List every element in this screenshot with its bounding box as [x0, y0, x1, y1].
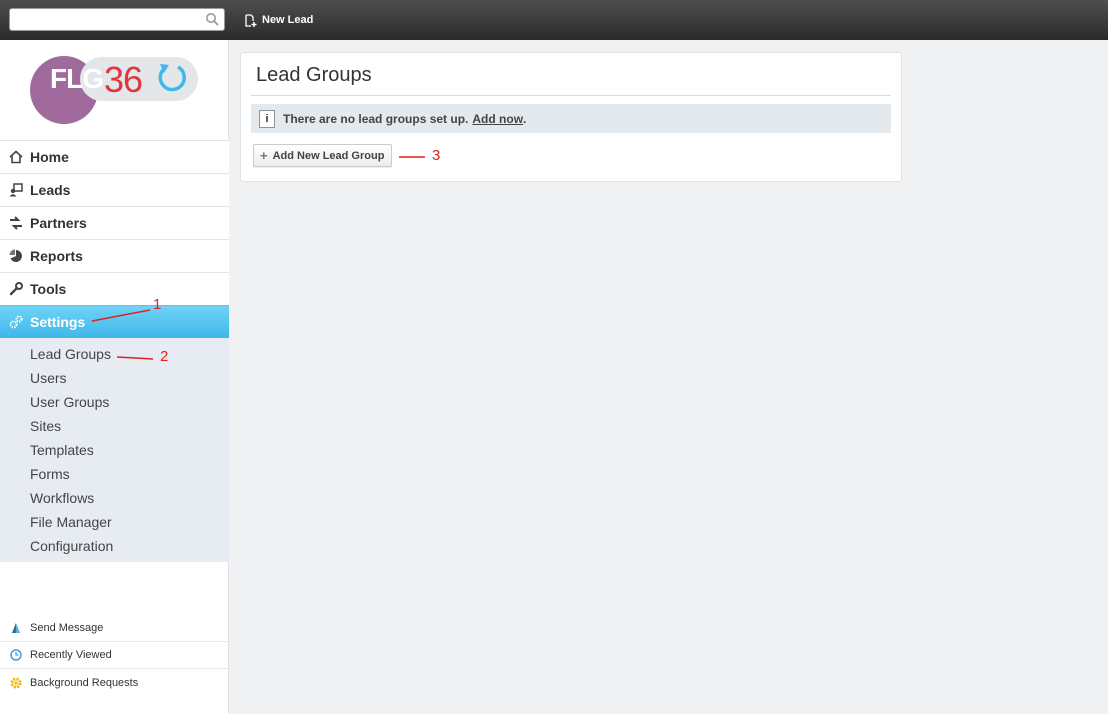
flg360-logo[interactable]: FLG 36 [30, 54, 200, 126]
subnav-forms[interactable]: Forms [0, 462, 229, 486]
subnav-user-groups[interactable]: User Groups [0, 390, 229, 414]
subnav-configuration[interactable]: Configuration [0, 534, 229, 558]
gears-icon [9, 315, 23, 329]
nav-item-tools[interactable]: Tools [0, 272, 229, 305]
annotation-3: 3 [432, 147, 441, 164]
gear-icon [10, 677, 22, 688]
clock-icon [10, 649, 22, 661]
partners-icon [10, 216, 22, 230]
nav-label-partners: Partners [30, 215, 87, 231]
search-input[interactable] [9, 8, 225, 31]
nav-label-home: Home [30, 149, 69, 165]
annotation-2: 2 [160, 348, 169, 365]
top-bar: New Lead [0, 0, 1108, 40]
reports-icon [9, 249, 22, 262]
add-new-lead-group-button[interactable]: + Add New Lead Group [253, 144, 393, 167]
empty-state-notice: i There are no lead groups set up. Add n… [251, 104, 891, 133]
notice-period: . [523, 111, 527, 126]
settings-subnav: Lead Groups Users User Groups Sites Temp… [0, 338, 229, 562]
search-icon[interactable] [205, 12, 220, 27]
nav-item-home[interactable]: Home [0, 140, 229, 173]
subnav-file-manager[interactable]: File Manager [0, 510, 229, 534]
sidebar: FLG 36 Home Leads Partners Reports Tools… [0, 40, 229, 714]
title-divider [251, 95, 891, 96]
send-message-link[interactable]: Send Message [0, 615, 229, 642]
nav-label-tools: Tools [30, 281, 67, 297]
leads-icon [9, 183, 23, 197]
recently-viewed-link[interactable]: Recently Viewed [0, 642, 229, 669]
send-message-label: Send Message [30, 622, 104, 634]
add-now-link[interactable]: Add now [472, 112, 523, 126]
main-nav: Home Leads Partners Reports Tools Settin… [0, 140, 229, 562]
plus-icon: + [260, 148, 268, 163]
background-requests-link[interactable]: Background Requests [0, 669, 229, 696]
refresh-icon [158, 64, 186, 92]
subnav-lead-groups[interactable]: Lead Groups [0, 342, 229, 366]
lead-groups-panel: Lead Groups i There are no lead groups s… [240, 52, 902, 182]
nav-item-settings[interactable]: Settings [0, 305, 229, 338]
home-icon [9, 150, 23, 164]
notice-text: There are no lead groups set up. [283, 111, 469, 126]
background-requests-label: Background Requests [30, 676, 139, 689]
new-lead-button[interactable]: New Lead [245, 12, 313, 28]
subnav-sites[interactable]: Sites [0, 414, 229, 438]
subnav-users[interactable]: Users [0, 366, 229, 390]
nav-item-reports[interactable]: Reports [0, 239, 229, 272]
logo-36-text: 36 [104, 59, 143, 100]
nav-item-partners[interactable]: Partners [0, 206, 229, 239]
add-new-lead-group-label: Add New Lead Group [272, 149, 385, 162]
nav-label-settings: Settings [30, 314, 86, 330]
recently-viewed-label: Recently Viewed [30, 649, 112, 661]
logo-flg-text: FLG [50, 63, 104, 94]
new-lead-icon [245, 13, 257, 27]
wrench-icon [9, 282, 23, 296]
subnav-templates[interactable]: Templates [0, 438, 229, 462]
utility-links: Send Message Recently Viewed Background … [0, 615, 229, 696]
subnav-workflows[interactable]: Workflows [0, 486, 229, 510]
nav-label-leads: Leads [30, 182, 71, 198]
send-message-icon [12, 623, 20, 633]
info-icon: i [259, 109, 275, 128]
new-lead-label: New Lead [262, 14, 314, 26]
nav-label-reports: Reports [30, 248, 83, 264]
nav-item-leads[interactable]: Leads [0, 173, 229, 206]
page-title: Lead Groups [256, 64, 372, 86]
annotation-1: 1 [153, 296, 162, 313]
